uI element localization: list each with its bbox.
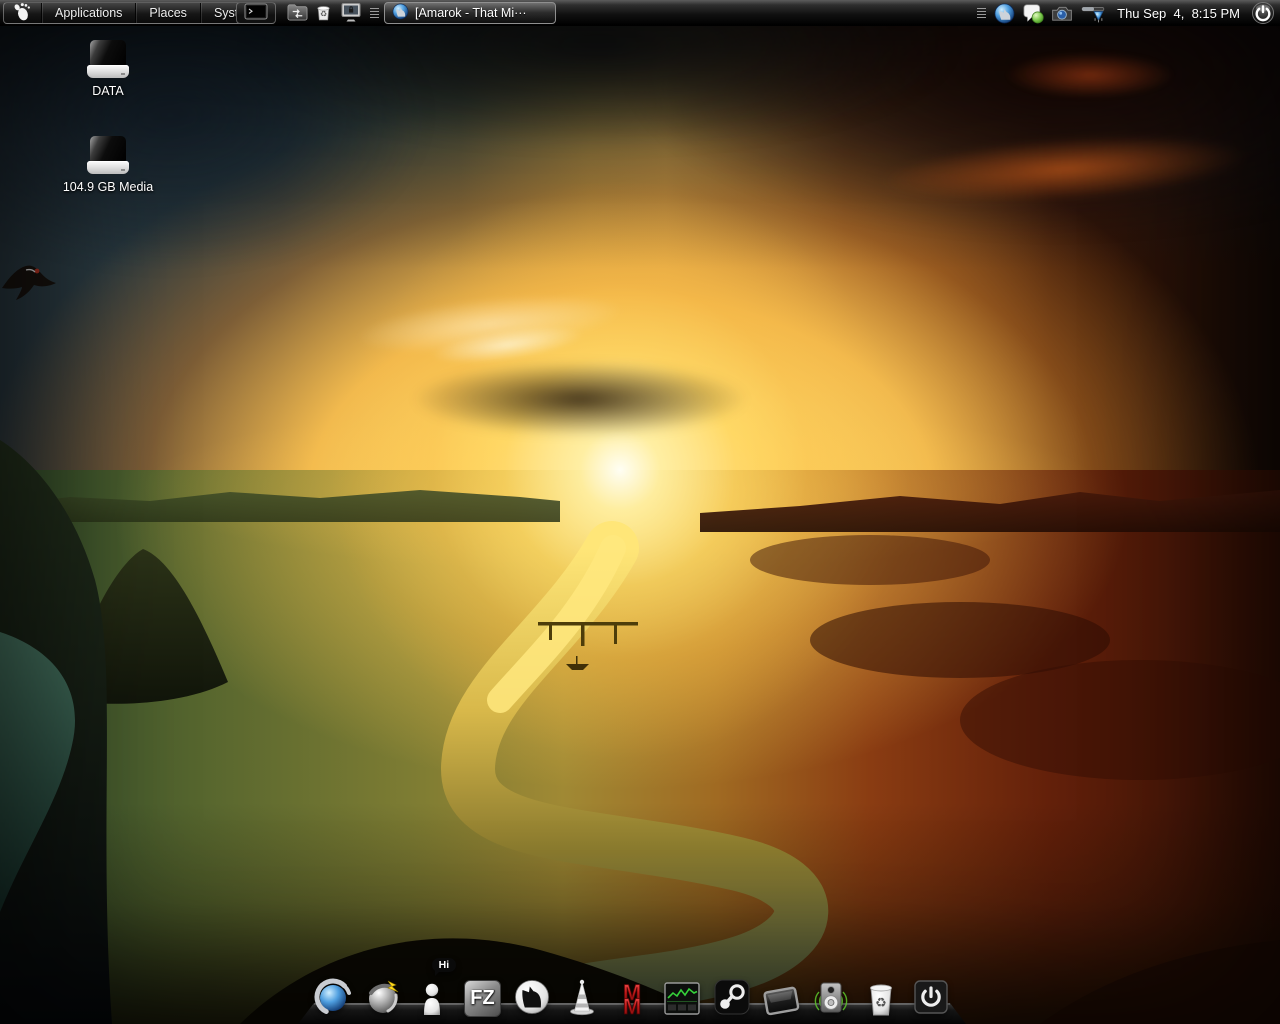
trash-icon: ♻: [313, 1, 334, 25]
amarok-tray-icon[interactable]: [993, 2, 1015, 24]
chat-status-icon[interactable]: [1022, 2, 1044, 24]
power-dock-icon[interactable]: [910, 973, 952, 1017]
dock: Hi FZ: [298, 962, 966, 1024]
menu-places-label: Places: [149, 6, 187, 20]
messenger-status-bubble: Hi: [432, 958, 457, 972]
desktop: Applications Places System: [0, 0, 1280, 1024]
desktop-icon-label: DATA: [92, 84, 123, 98]
menu-places[interactable]: Places: [135, 3, 200, 23]
firefox-icon[interactable]: [312, 973, 354, 1017]
filezilla-label: FZ: [470, 987, 494, 1010]
folder-switch-icon: [286, 1, 309, 25]
clock[interactable]: Thu Sep 4, 8:15 PM: [1113, 6, 1244, 21]
desktop-icon-data[interactable]: DATA: [50, 40, 166, 98]
hard-drive-icon: [87, 136, 129, 174]
gnome-menu-button[interactable]: [4, 3, 41, 23]
system-monitor-icon[interactable]: [661, 973, 703, 1017]
taskbar-window-button[interactable]: [Amarok - That Mi···: [384, 2, 556, 24]
tray-grip[interactable]: [977, 8, 986, 19]
hard-drive-icon: [87, 40, 129, 78]
gnome-foot-icon: [12, 2, 33, 24]
amarok-dock-icon[interactable]: [511, 973, 553, 1017]
desktop-icon-label: 104.9 GB Media: [63, 180, 153, 194]
terminal-launcher[interactable]: [236, 2, 276, 24]
screen-lock-icon: [339, 1, 363, 26]
screen-lock-launcher[interactable]: [338, 2, 364, 24]
top-panel: Applications Places System: [0, 0, 1280, 26]
taskbar-grip[interactable]: [370, 8, 379, 19]
menu-bar: Applications Places System: [3, 2, 270, 24]
steam-icon[interactable]: [711, 973, 753, 1017]
power-button[interactable]: [1251, 1, 1275, 25]
terminal-icon: [244, 3, 268, 24]
svg-text:M: M: [623, 994, 641, 1017]
eagle: [2, 266, 56, 300]
amarok-icon: [392, 3, 409, 23]
menu-applications-label: Applications: [55, 6, 122, 20]
svg-text:♻: ♻: [875, 995, 887, 1010]
trash-launcher[interactable]: ♻: [310, 2, 336, 24]
filezilla-icon[interactable]: FZ: [461, 973, 503, 1017]
n64-emulator-icon[interactable]: M M: [611, 973, 653, 1017]
vlc-icon[interactable]: [561, 973, 603, 1017]
menu-applications[interactable]: Applications: [41, 3, 135, 23]
svg-text:♻: ♻: [319, 10, 326, 19]
thunderbird-icon[interactable]: [362, 973, 404, 1017]
wallpaper-landscape: [0, 0, 1280, 1024]
speaker-icon[interactable]: [810, 973, 852, 1017]
messenger-icon[interactable]: Hi: [412, 973, 454, 1017]
folder-switch-launcher[interactable]: [284, 2, 310, 24]
camera-tray-icon[interactable]: [1051, 2, 1073, 24]
drawer-icon[interactable]: [760, 973, 802, 1017]
boat-silhouette: [566, 656, 589, 670]
volume-slider-icon[interactable]: [1080, 2, 1106, 24]
desktop-wallpaper: [0, 0, 1280, 1024]
desktop-icon-media[interactable]: 104.9 GB Media: [50, 136, 166, 194]
trash-dock-icon[interactable]: ♻: [860, 973, 902, 1017]
taskbar-window-title: [Amarok - That Mi···: [415, 6, 527, 20]
